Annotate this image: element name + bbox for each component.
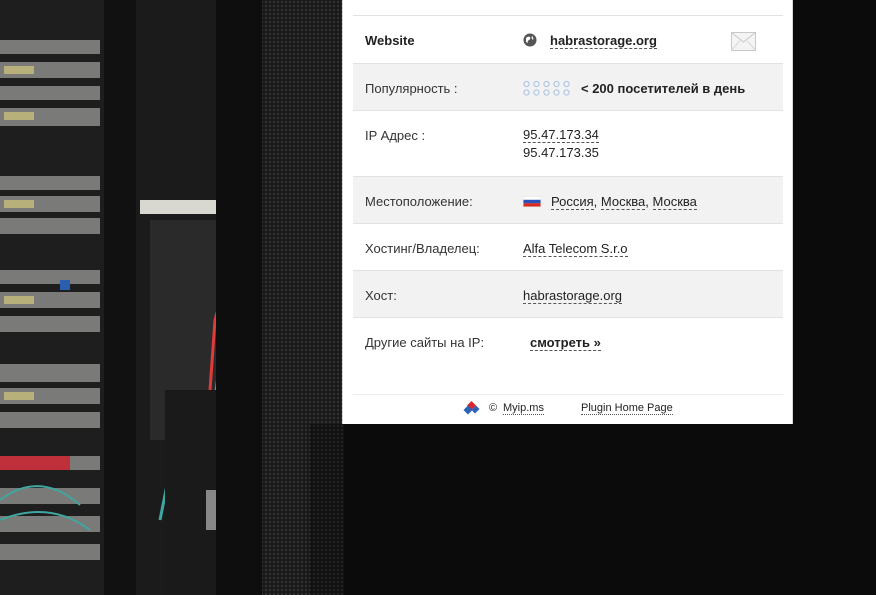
footer: © Myip.ms Plugin Home Page [343,400,794,418]
host-link[interactable]: habrastorage.org [523,288,623,304]
row-popularity: Популярность : < 200 посетителей в день [353,64,783,111]
site-info-panel: Website habrastorage.org Популярность : [342,0,793,424]
ip-address-2: 95.47.173.35 [523,145,599,160]
copyright-symbol: © [489,402,498,414]
row-location: Местоположение: Россия, Москва, Москва [353,177,783,224]
location-city-link[interactable]: Москва [652,194,697,210]
row-host: Хост: habrastorage.org [353,271,783,318]
location-sep-1: , [593,194,598,209]
ip-label: IP Адрес : [365,128,426,143]
row-hosting: Хостинг/Владелец: Alfa Telecom S.r.o [353,224,783,271]
row-ip: IP Адрес : 95.47.173.34 95.47.173.35 [353,111,783,177]
host-label: Хост: [365,288,397,303]
location-region-link[interactable]: Москва [600,194,646,210]
rating-dots-icon [523,80,570,96]
website-label: Website [365,33,415,48]
hosting-label: Хостинг/Владелец: [365,241,480,256]
myip-link[interactable]: Myip.ms [503,402,544,415]
divider [353,394,783,395]
row-other-sites: Другие сайты на IP: смотреть » [353,318,783,365]
ip-link-1[interactable]: 95.47.173.34 [523,127,599,143]
russia-flag-icon [523,196,541,207]
myip-logo-icon [463,401,480,415]
mail-icon[interactable] [731,32,756,51]
popularity-value: < 200 посетителей в день [581,81,746,96]
plugin-home-link[interactable]: Plugin Home Page [581,402,673,415]
row-website: Website habrastorage.org [353,16,783,64]
other-sites-label: Другие сайты на IP: [365,335,485,350]
website-link[interactable]: habrastorage.org [550,33,657,49]
location-country-link[interactable]: Россия [551,194,594,210]
screen: Website habrastorage.org Популярность : [0,0,876,595]
location-sep-2: , [645,194,649,209]
hosting-link[interactable]: Alfa Telecom S.r.o [523,241,628,257]
view-other-sites-link[interactable]: смотреть » [530,335,601,351]
location-label: Местоположение: [365,194,473,209]
globe-icon [523,33,537,47]
popularity-label: Популярность : [365,81,458,96]
